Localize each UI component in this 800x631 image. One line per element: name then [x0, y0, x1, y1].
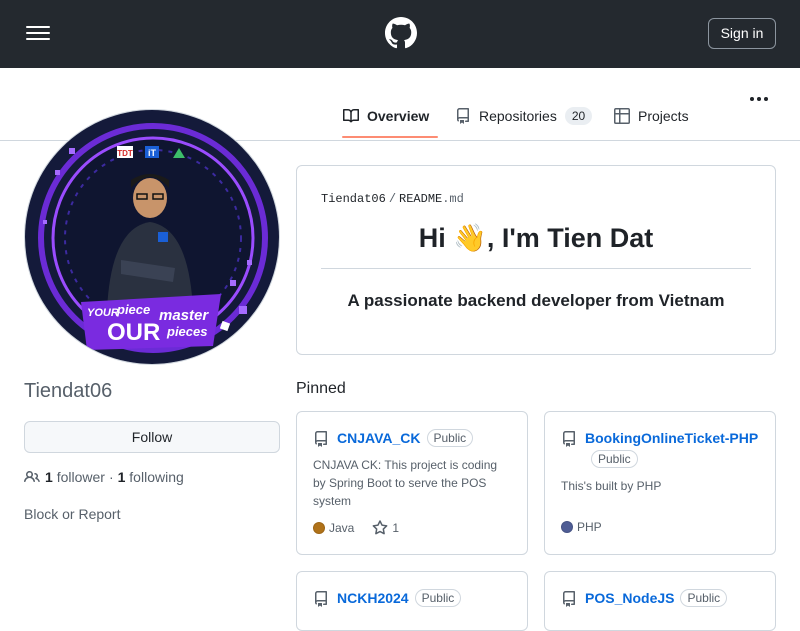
- pinned-card-header: BookingOnlineTicket-PHP Public: [561, 428, 761, 470]
- stars-link[interactable]: 1: [372, 520, 399, 536]
- readme-heading: Hi 👋, I'm Tien Dat: [418, 223, 654, 253]
- follow-separator: ·: [108, 469, 114, 485]
- tab-projects[interactable]: Projects: [614, 101, 689, 131]
- avatar-banner-line5: pieces: [166, 324, 207, 339]
- repo-description: This's built by PHP: [561, 479, 662, 493]
- followers-link[interactable]: 1 follower: [45, 469, 105, 485]
- avatar-badge-tdt: TDT: [117, 149, 133, 158]
- repo-name-link[interactable]: POS_NodeJS: [585, 590, 674, 606]
- repo-language: Java: [329, 521, 355, 535]
- followers-label: follower: [56, 469, 105, 485]
- github-mark-icon[interactable]: [385, 17, 417, 49]
- readme-file-ext: .md: [442, 192, 464, 206]
- star-icon: [372, 520, 388, 535]
- readme-file-link[interactable]: README.md: [399, 192, 464, 206]
- profile-username: Tiendat06: [24, 380, 113, 402]
- tab-repositories[interactable]: Repositories 20: [455, 101, 593, 131]
- following-label: following: [129, 469, 184, 485]
- language-color-dot: [313, 522, 325, 534]
- readme-box: Tiendat06/README.md Hi 👋, I'm Tien Dat A…: [296, 165, 776, 355]
- followers-count: 1: [45, 469, 53, 485]
- visibility-badge: Public: [591, 450, 638, 468]
- visibility-badge: Public: [680, 589, 728, 607]
- pinned-card: CNJAVA_CK Public CNJAVA CK: This project …: [296, 411, 528, 555]
- tab-repositories-label: Repositories: [479, 108, 557, 124]
- tab-overview[interactable]: Overview: [343, 101, 429, 131]
- pinned-card-header: NCKH2024 Public: [313, 588, 513, 609]
- readme-subheading: A passionate backend developer from Viet…: [347, 291, 725, 310]
- repo-name-link[interactable]: BookingOnlineTicket-PHP: [585, 430, 758, 446]
- repo-name-link[interactable]: CNJAVA_CK: [337, 430, 421, 446]
- repo-icon: [457, 108, 469, 124]
- table-icon: [614, 108, 630, 124]
- following-link[interactable]: 1 following: [118, 469, 184, 485]
- book-icon: [343, 108, 359, 123]
- tab-overview-label: Overview: [367, 108, 430, 124]
- pinned-card-header: POS_NodeJS Public: [561, 588, 761, 609]
- repo-meta: Java 1: [313, 520, 399, 536]
- repo-description: CNJAVA CK: This project is coding by Spr…: [313, 458, 498, 508]
- avatar-banner-line4: master: [159, 307, 209, 324]
- tab-projects-label: Projects: [638, 108, 689, 124]
- repo-icon: [563, 431, 575, 447]
- readme-divider: [321, 268, 751, 269]
- avatar: TDT iT YOUR piece OUR master pieces: [24, 109, 280, 365]
- pinned-card: NCKH2024 Public: [296, 571, 528, 631]
- language-color-dot: [561, 521, 573, 533]
- repo-icon: [315, 591, 327, 607]
- more-options-icon[interactable]: [750, 97, 770, 105]
- repo-icon: [315, 431, 327, 447]
- avatar-banner-line1: YOUR: [87, 307, 119, 319]
- avatar-banner-line2: piece: [116, 302, 150, 317]
- stars-count: 1: [392, 521, 400, 535]
- pinned-card: BookingOnlineTicket-PHP Public This's bui…: [544, 411, 776, 555]
- follow-button[interactable]: Follow: [24, 421, 280, 453]
- following-count: 1: [117, 469, 126, 485]
- visibility-badge: Public: [414, 589, 462, 607]
- repo-icon: [563, 591, 575, 607]
- follow-stats: 1 follower · 1 following: [24, 469, 184, 485]
- readme-file-name: README: [399, 192, 443, 206]
- site-header: Sign in: [0, 0, 800, 68]
- readme-path: Tiendat06/README.md: [321, 192, 464, 206]
- visibility-badge: Public: [426, 429, 474, 447]
- pinned-card-header: CNJAVA_CK Public: [313, 428, 513, 449]
- repo-meta: PHP: [561, 520, 602, 534]
- avatar-banner-line3: OUR: [107, 319, 160, 346]
- readme-owner-link[interactable]: Tiendat06: [321, 192, 386, 206]
- hamburger-icon[interactable]: [26, 24, 51, 42]
- sign-in-button[interactable]: Sign in: [708, 18, 776, 49]
- pinned-card: POS_NodeJS Public: [544, 571, 776, 631]
- repo-language: PHP: [577, 520, 602, 534]
- repositories-count-badge: 20: [564, 107, 593, 125]
- readme-path-separator: /: [388, 192, 397, 206]
- people-icon: [24, 470, 40, 483]
- avatar-badge-it: iT: [148, 148, 157, 158]
- block-or-report-link[interactable]: Block or Report: [24, 506, 120, 522]
- repo-name-link[interactable]: NCKH2024: [337, 590, 409, 606]
- pinned-title: Pinned: [296, 380, 346, 397]
- active-tab-underline: [342, 136, 438, 138]
